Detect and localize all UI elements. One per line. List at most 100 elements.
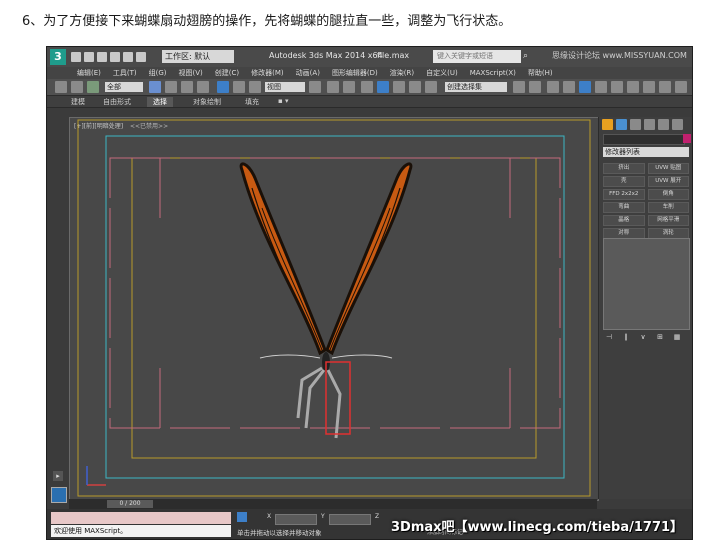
modify-tab-icon[interactable] <box>616 119 627 130</box>
title-bar: 3 工作区: 默认 Autodesk 3ds Max 2014 x64 file… <box>47 47 692 68</box>
modifier-button[interactable]: 挤出 <box>603 163 645 174</box>
select-object-icon[interactable] <box>149 81 161 93</box>
keyboard-shortcut-icon[interactable] <box>343 81 355 93</box>
modifier-button[interactable]: 壳 <box>603 176 645 187</box>
modifier-stack[interactable] <box>603 238 690 330</box>
new-icon[interactable] <box>71 52 81 62</box>
maxscript-listener[interactable] <box>51 512 231 524</box>
align-icon[interactable] <box>529 81 541 93</box>
schematic-view-icon[interactable] <box>595 81 607 93</box>
snaps-toggle-icon[interactable] <box>361 81 373 93</box>
modifier-button[interactable]: 网格平滑 <box>647 215 689 226</box>
edit-named-selection-icon[interactable] <box>425 81 437 93</box>
unlink-icon[interactable] <box>71 81 83 93</box>
maxscript-output[interactable]: 欢迎使用 MAXScript。 <box>51 525 231 537</box>
motion-tab-icon[interactable] <box>644 119 655 130</box>
ribbon-toggle-icon[interactable] <box>563 81 575 93</box>
display-tab-icon[interactable] <box>658 119 669 130</box>
select-by-name-icon[interactable] <box>165 81 177 93</box>
tab-populate[interactable]: 填充 <box>239 97 265 107</box>
viewport-scene <box>77 119 591 497</box>
menu-rendering[interactable]: 渲染(R) <box>390 68 414 78</box>
create-tab-icon[interactable] <box>602 119 613 130</box>
tab-modeling[interactable]: 建模 <box>65 97 91 107</box>
menu-tools[interactable]: 工具(T) <box>113 68 137 78</box>
bind-space-warp-icon[interactable] <box>87 81 99 93</box>
menu-modifiers[interactable]: 修改器(M) <box>251 68 284 78</box>
modifier-button[interactable]: UVW 贴图 <box>647 163 689 174</box>
open-icon[interactable] <box>84 52 94 62</box>
render-production-icon[interactable] <box>675 81 687 93</box>
modifier-button[interactable]: 弯曲 <box>603 202 645 213</box>
selection-filter-dropdown[interactable]: 全部 <box>105 82 143 92</box>
antenna-right <box>331 354 393 359</box>
viewport-maximize-icon[interactable]: ▸ <box>53 471 63 481</box>
rendered-frame-icon[interactable] <box>643 81 655 93</box>
link-icon[interactable] <box>55 81 67 93</box>
modifier-button[interactable]: UVW 展开 <box>647 176 689 187</box>
workspace-dropdown[interactable]: 工作区: 默认 <box>162 50 234 63</box>
coord-y-field[interactable] <box>329 514 371 525</box>
select-and-move-icon[interactable] <box>217 81 229 93</box>
render-setup-icon[interactable] <box>627 81 639 93</box>
menu-customize[interactable]: 自定义(U) <box>426 68 458 78</box>
save-icon[interactable] <box>97 52 107 62</box>
object-name-field[interactable] <box>603 134 685 145</box>
utilities-tab-icon[interactable] <box>672 119 683 130</box>
rectangular-selection-icon[interactable] <box>181 81 193 93</box>
select-and-rotate-icon[interactable] <box>233 81 245 93</box>
hold-icon[interactable] <box>136 52 146 62</box>
percent-snap-icon[interactable] <box>393 81 405 93</box>
layer-manager-icon[interactable] <box>547 81 559 93</box>
pivot-icon[interactable] <box>309 81 321 93</box>
selection-lock-icon[interactable] <box>237 512 247 522</box>
render-icon[interactable] <box>659 81 671 93</box>
manipulate-icon[interactable] <box>327 81 339 93</box>
mini-listener-icon[interactable] <box>51 487 67 503</box>
leg-left-back[interactable] <box>304 369 326 429</box>
status-bar: 欢迎使用 MAXScript。 X Y Z 单击并拖动以选择并移动对象 添加时间… <box>47 509 692 539</box>
menu-views[interactable]: 视图(V) <box>179 68 203 78</box>
time-slider[interactable]: 0 / 200 <box>107 500 153 508</box>
menu-help[interactable]: 帮助(H) <box>528 68 553 78</box>
select-and-scale-icon[interactable] <box>249 81 261 93</box>
menu-edit[interactable]: 编辑(E) <box>77 68 101 78</box>
pin-stack-icon[interactable]: ⊣ <box>603 333 615 342</box>
modifier-button[interactable]: 车削 <box>647 202 689 213</box>
reference-coordinate-dropdown[interactable]: 视图 <box>265 82 305 92</box>
modifier-button[interactable]: 倒角 <box>647 189 689 200</box>
menu-maxscript[interactable]: MAXScript(X) <box>470 69 516 77</box>
hierarchy-tab-icon[interactable] <box>630 119 641 130</box>
spinner-snap-icon[interactable] <box>409 81 421 93</box>
menu-create[interactable]: 创建(C) <box>215 68 239 78</box>
make-unique-icon[interactable]: ∨ <box>637 333 649 342</box>
curve-editor-icon[interactable] <box>579 81 591 93</box>
redo-icon[interactable] <box>123 52 133 62</box>
menu-animation[interactable]: 动画(A) <box>296 68 320 78</box>
undo-icon[interactable] <box>110 52 120 62</box>
coord-z-label: Z <box>375 513 380 520</box>
remove-modifier-icon[interactable]: ⊞ <box>654 333 666 342</box>
mirror-icon[interactable] <box>513 81 525 93</box>
search-input[interactable] <box>433 50 521 63</box>
modifier-button[interactable]: FFD 2x2x2 <box>603 189 645 200</box>
coord-x-field[interactable] <box>275 514 317 525</box>
tab-freeform[interactable]: 自由形式 <box>97 97 137 107</box>
window-crossing-icon[interactable] <box>197 81 209 93</box>
app-logo-icon[interactable]: 3 <box>50 49 66 65</box>
search-icon[interactable]: ⌕ <box>523 51 533 61</box>
show-end-result-icon[interactable]: ∥ <box>620 333 632 342</box>
modifier-button[interactable]: 晶格 <box>603 215 645 226</box>
configure-sets-icon[interactable]: ▦ <box>671 333 683 342</box>
tab-selection[interactable]: 选择 <box>147 97 173 107</box>
object-color-swatch[interactable] <box>683 134 691 143</box>
menu-graph-editors[interactable]: 图形编辑器(D) <box>332 68 378 78</box>
angle-snap-icon[interactable] <box>377 81 389 93</box>
menu-group[interactable]: 组(G) <box>149 68 167 78</box>
ribbon-options-icon[interactable]: ▪ ▾ <box>272 97 294 105</box>
front-viewport[interactable]: [+][前][明暗处理] <<已禁用>> <box>69 117 599 501</box>
tab-object-paint[interactable]: 对象绘制 <box>187 97 227 107</box>
modifier-list-dropdown[interactable]: 修改器列表 <box>603 147 689 157</box>
named-selection-dropdown[interactable]: 创建选择集 <box>445 82 507 92</box>
material-editor-icon[interactable] <box>611 81 623 93</box>
